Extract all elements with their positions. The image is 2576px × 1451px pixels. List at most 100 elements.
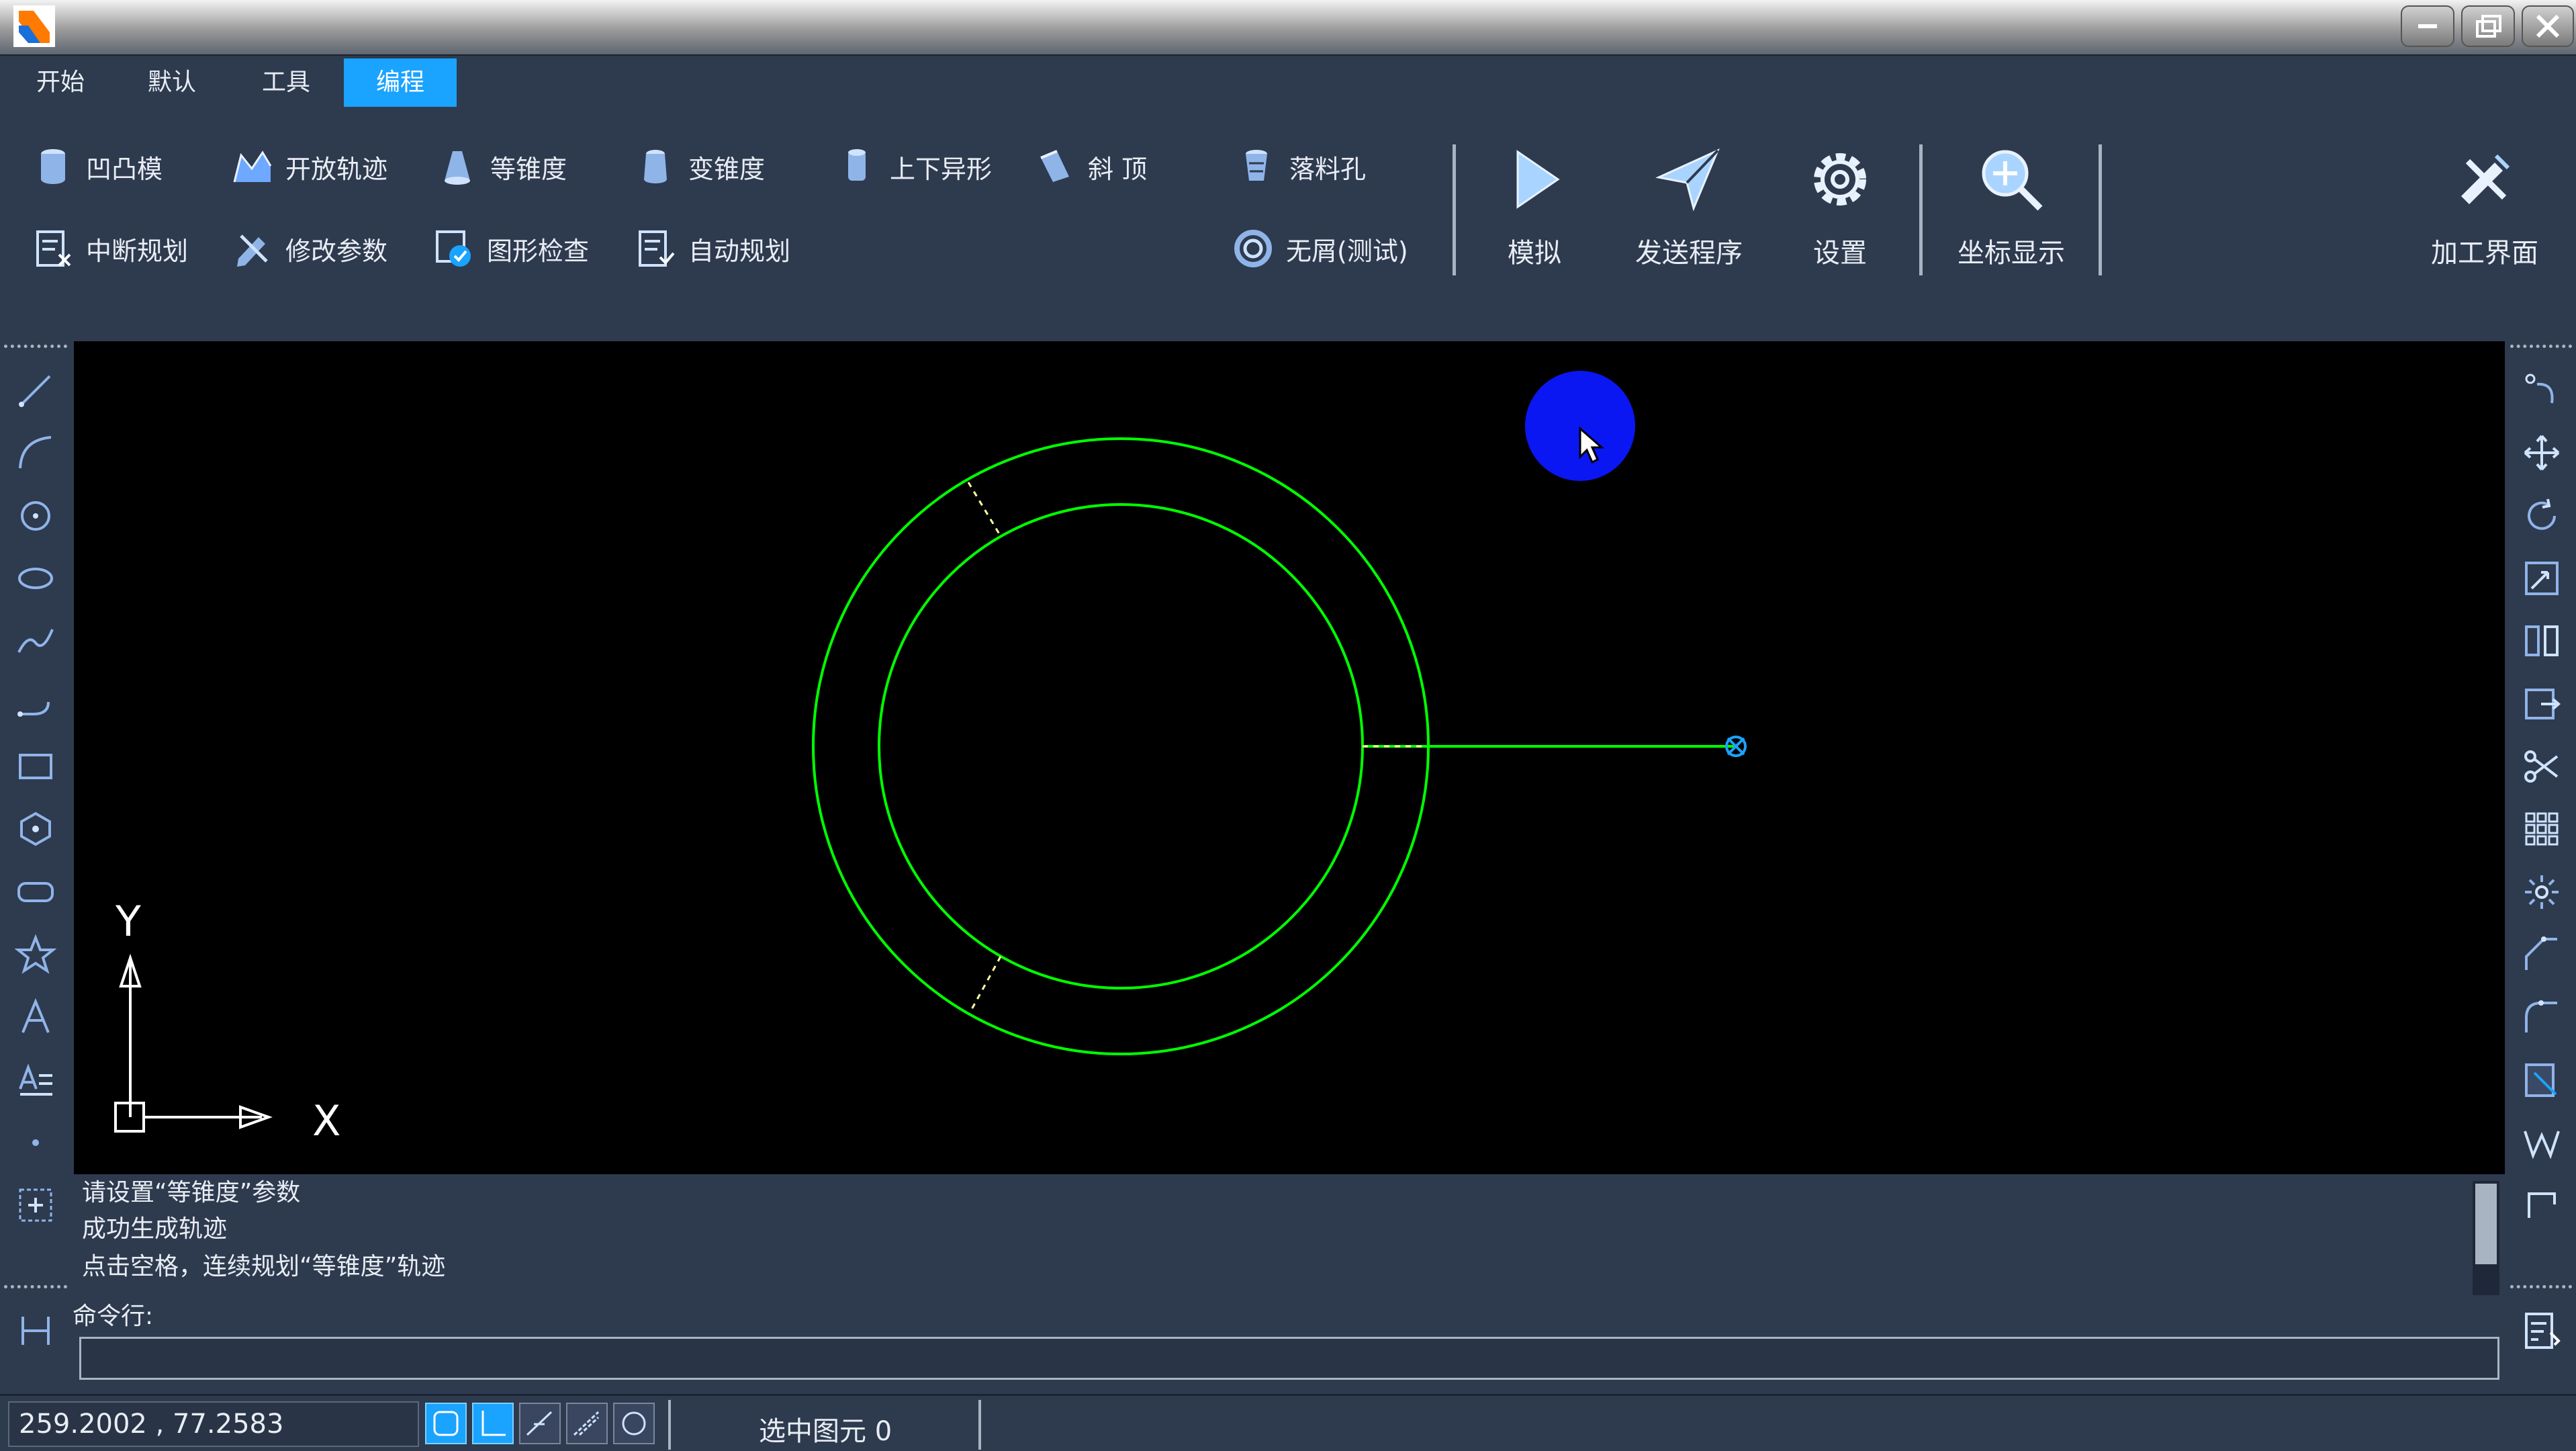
arc-tool[interactable] [15, 432, 56, 474]
rotate-tool[interactable] [2521, 495, 2563, 537]
log-scrollbar[interactable] [2473, 1181, 2499, 1295]
polar-icon [573, 1411, 600, 1436]
scrollbar-thumb[interactable] [2475, 1184, 2497, 1264]
variable-taper-button[interactable]: 变锥度 [635, 140, 765, 193]
open-path-icon [233, 150, 272, 183]
cursor-coordinates: 259.2002 , 77.2583 [8, 1401, 419, 1447]
interrupt-plan-button[interactable]: 中断规划 [32, 222, 188, 275]
dimension-tool[interactable] [15, 1310, 56, 1352]
point-tool[interactable] [15, 1122, 56, 1163]
tab-default[interactable]: 默认 [132, 58, 212, 107]
toolbar-grip [2510, 1285, 2572, 1289]
send-program-button[interactable]: 发送程序 [1608, 134, 1769, 296]
star-tool[interactable] [14, 934, 57, 975]
corner-tool[interactable] [2521, 1184, 2563, 1226]
properties-icon [2525, 1313, 2561, 1349]
break-icon [2524, 1131, 2560, 1159]
restore-button[interactable] [2461, 5, 2515, 47]
slant-top-button[interactable]: 斜 顶 [1034, 140, 1147, 193]
simulate-label: 模拟 [1508, 238, 1561, 269]
tab-start[interactable]: 开始 [20, 58, 101, 107]
arc-icon [19, 436, 52, 469]
chamfer-icon [2525, 936, 2557, 970]
minimize-button[interactable] [2401, 5, 2454, 47]
tab-tools[interactable]: 工具 [246, 58, 326, 107]
open-path-button[interactable]: 开放轨迹 [232, 140, 387, 193]
x-axis-label: X [312, 1096, 340, 1145]
ellipse-tool[interactable] [15, 558, 56, 599]
modify-params-label: 修改参数 [285, 236, 388, 266]
polyline-tool[interactable] [15, 683, 56, 725]
text-format-tool[interactable] [15, 1059, 56, 1101]
tab-programming[interactable]: 编程 [344, 58, 457, 107]
select-point-tool[interactable] [15, 1184, 56, 1226]
trim-tool[interactable] [2521, 746, 2563, 787]
extend-tool[interactable] [2521, 1059, 2563, 1101]
gear-icon [1814, 153, 1866, 206]
dashed-connector [967, 482, 1424, 1012]
move-tool[interactable] [2521, 432, 2563, 474]
status-separator [978, 1400, 981, 1450]
rectangle-tool[interactable] [15, 746, 56, 787]
coordinate-display-button[interactable]: 坐标显示 [1934, 134, 2088, 296]
scale-tool[interactable] [2521, 558, 2563, 599]
chamfer-tool[interactable] [2521, 934, 2563, 975]
offset-icon [2525, 689, 2561, 719]
line-tool[interactable] [15, 369, 56, 411]
object-snap-toggle[interactable] [519, 1403, 561, 1444]
drop-hole-button[interactable]: 落料孔 [1236, 140, 1366, 193]
drop-hole-label: 落料孔 [1289, 154, 1367, 184]
polar-toggle[interactable] [566, 1403, 608, 1444]
array-icon [2525, 812, 2559, 846]
fillet-tool[interactable] [2521, 996, 2563, 1038]
close-button[interactable] [2522, 5, 2574, 47]
circle-snap-toggle[interactable] [613, 1403, 655, 1444]
properties-tool[interactable] [2521, 1310, 2563, 1352]
extend-icon [2525, 1063, 2557, 1097]
text-a-icon [21, 998, 50, 1033]
command-input[interactable] [79, 1337, 2499, 1380]
shape-check-button[interactable]: 图形检查 [433, 222, 589, 275]
break-tool[interactable] [2521, 1122, 2563, 1163]
upper-lower-shape-button[interactable]: 上下异形 [836, 140, 992, 193]
spline-tool[interactable] [15, 620, 56, 662]
fillet-icon [2525, 1000, 2557, 1032]
connect-tool[interactable] [2521, 369, 2563, 411]
mirror-tool[interactable] [2521, 620, 2563, 662]
simulate-button[interactable]: 模拟 [1457, 134, 1612, 296]
circle-tool[interactable] [15, 495, 56, 537]
slant-top-label: 斜 顶 [1088, 154, 1148, 184]
punch-die-button[interactable]: 凹凸模 [32, 140, 163, 193]
circle-icon [21, 501, 50, 531]
connect-icon [2525, 373, 2554, 404]
cylinder-icon [41, 149, 65, 184]
text-tool[interactable] [15, 996, 56, 1038]
left-drawing-toolbar [0, 339, 72, 1394]
circular-array-tool[interactable] [2521, 871, 2563, 913]
snap-grid-toggle[interactable] [425, 1403, 467, 1444]
drawing-canvas[interactable]: Y X [74, 341, 2505, 1174]
rectangle-icon [19, 754, 52, 779]
equal-taper-button[interactable]: 等锥度 [436, 140, 567, 193]
offset-tool[interactable] [2521, 683, 2563, 725]
ortho-toggle[interactable] [472, 1403, 514, 1444]
machining-interface-button[interactable]: 加工界面 [2404, 134, 2565, 296]
modify-params-button[interactable]: 修改参数 [232, 222, 387, 275]
dimension-icon [21, 1317, 50, 1345]
taper-icon [445, 151, 470, 185]
inner-circle [878, 503, 1364, 990]
polygon-tool[interactable] [15, 808, 56, 850]
settings-button[interactable]: 设置 [1763, 134, 1917, 296]
equal-taper-label: 等锥度 [490, 154, 567, 184]
send-program-label: 发送程序 [1635, 238, 1743, 269]
polyline-icon [17, 701, 50, 717]
hexagon-icon [20, 811, 51, 846]
slot-tool[interactable] [15, 871, 56, 913]
command-line-label: 命令行: [73, 1303, 154, 1330]
outer-circle [812, 437, 1430, 1055]
array-tool[interactable] [2521, 808, 2563, 850]
zoom-in-icon [1982, 150, 2043, 211]
log-line: 请设置“等锥度”参数 [82, 1179, 301, 1206]
auto-plan-button[interactable]: 自动规划 [635, 222, 790, 275]
no-chip-test-button[interactable]: 无屑(测试) [1232, 222, 1408, 275]
